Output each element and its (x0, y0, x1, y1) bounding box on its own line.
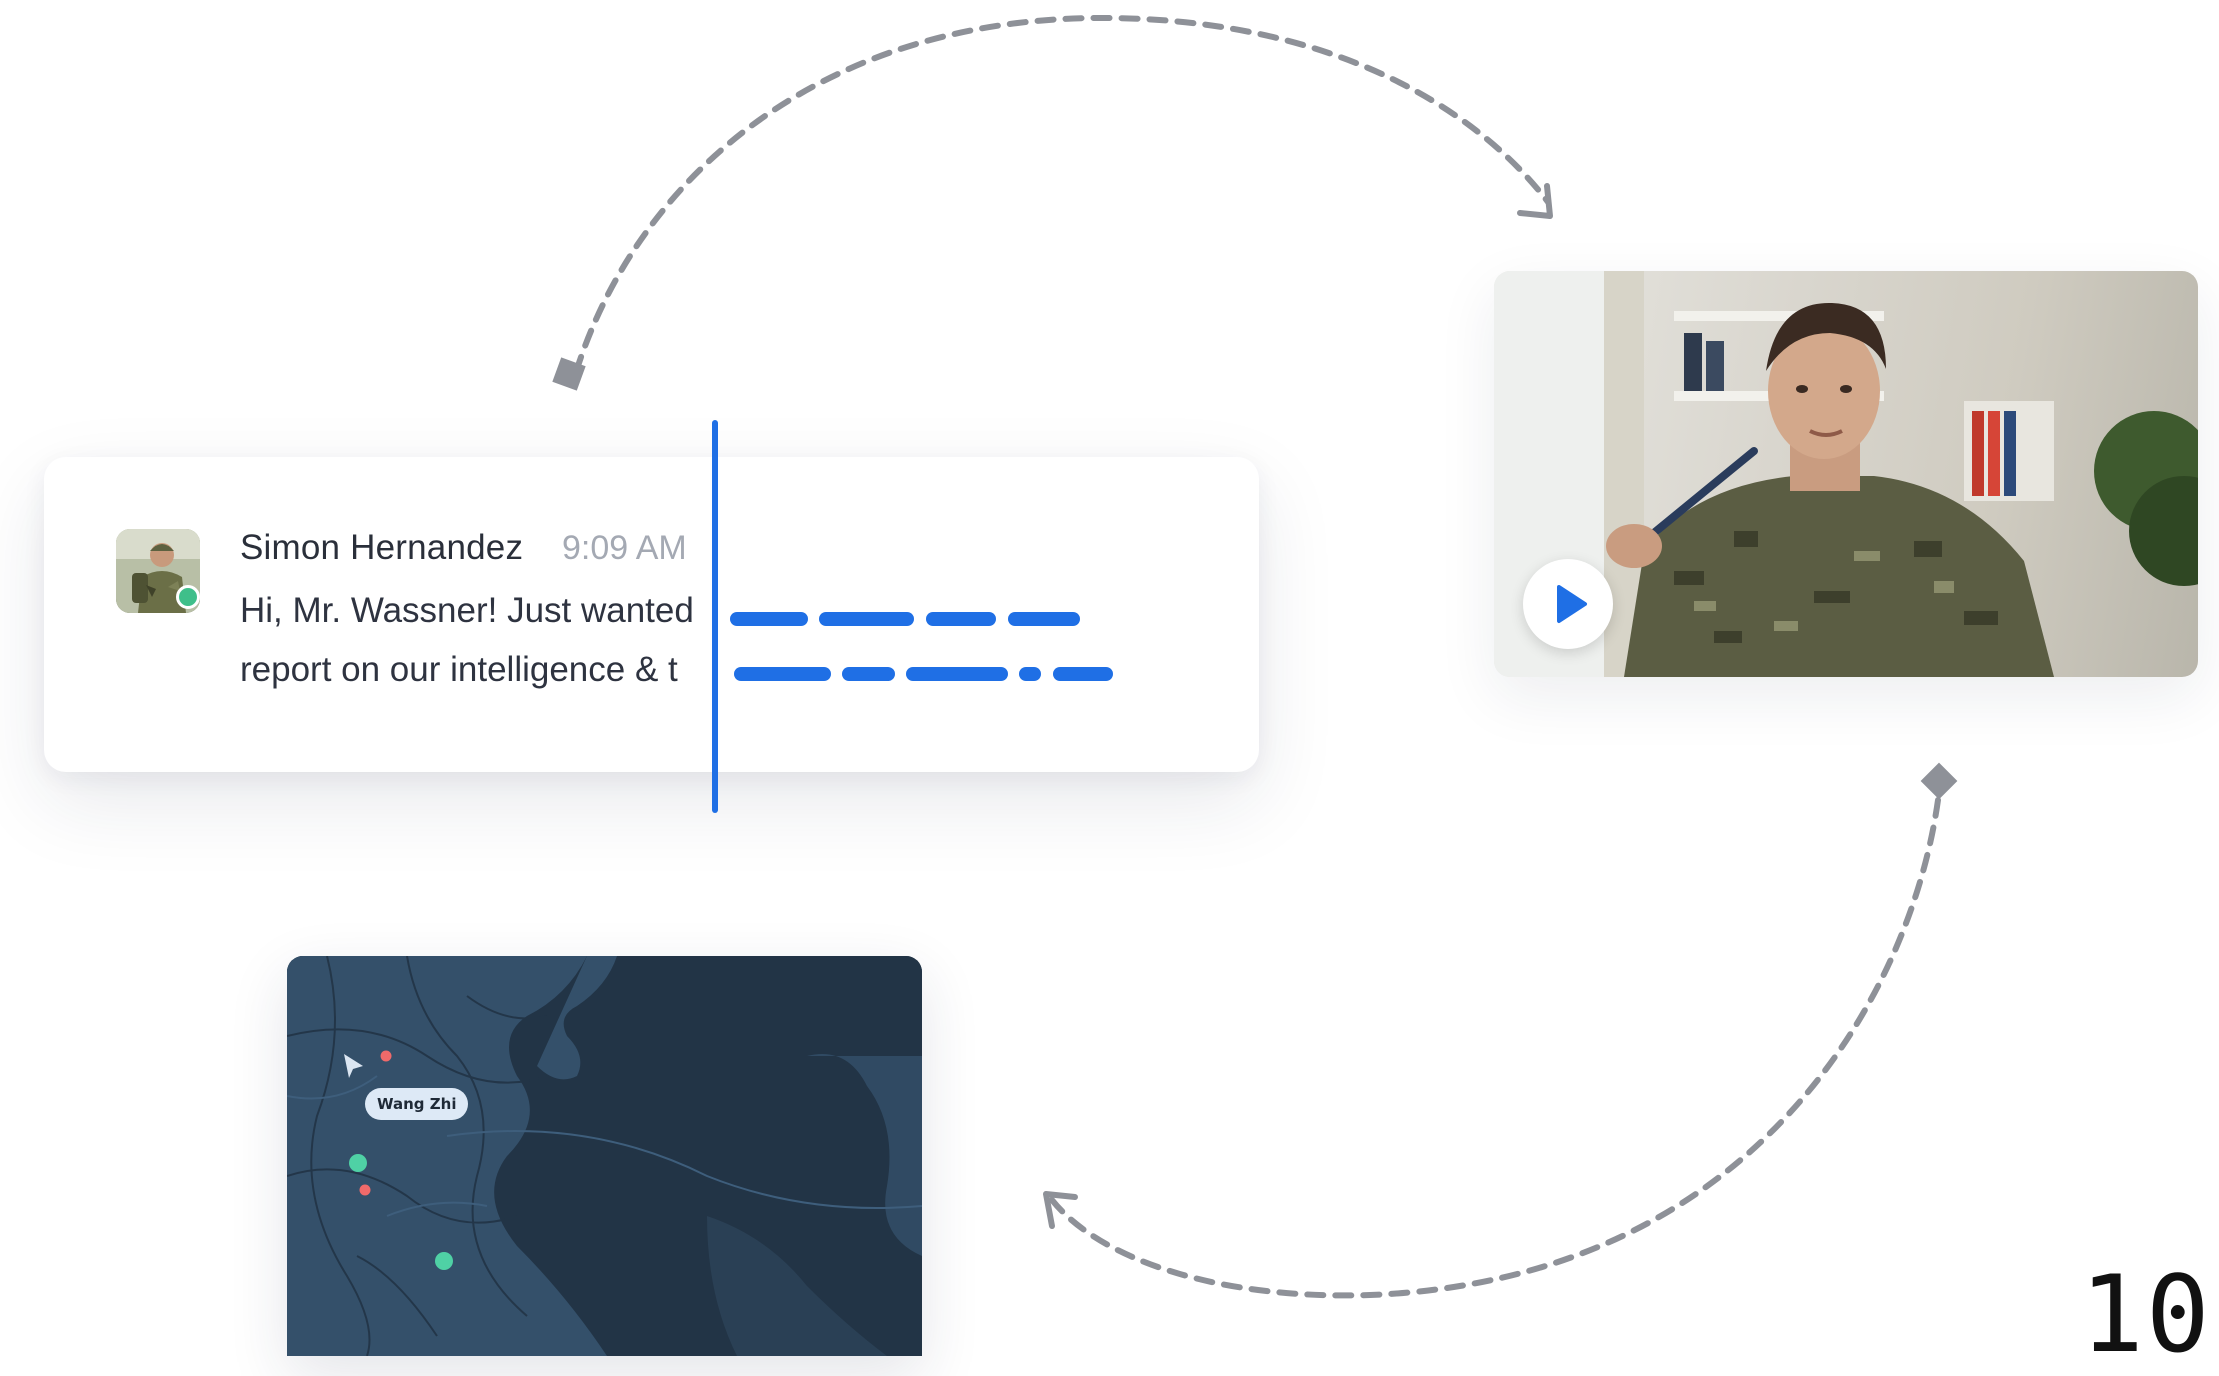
map-pin-red (359, 1184, 371, 1196)
redacted-text-dash (1008, 612, 1080, 626)
message-text-line-2: report on our intelligence & t (240, 650, 678, 689)
redacted-text-dash (906, 667, 1008, 681)
map-pin-red (380, 1050, 392, 1062)
redacted-text-dash (926, 612, 996, 626)
online-status-dot (176, 585, 200, 609)
diamond-endpoint-bottom (1920, 762, 1958, 800)
redacted-text-dash (842, 667, 895, 681)
redacted-text-dash (730, 612, 808, 626)
sender-name: Simon Hernandez (240, 528, 524, 567)
text-cursor-bar[interactable] (712, 420, 718, 813)
map-pin-green (435, 1252, 453, 1270)
map-view[interactable] (287, 956, 922, 1356)
redacted-text-dash (819, 612, 914, 626)
connector-bottom (1049, 797, 1941, 1299)
map-user-label[interactable]: Wang Zhi (365, 1088, 469, 1120)
connector-top (573, 14, 1551, 375)
map-illustration (287, 956, 922, 1356)
page-number: 10 (2080, 1253, 2212, 1376)
play-button[interactable] (1523, 559, 1613, 649)
message-text-line-1: Hi, Mr. Wassner! Just wanted (240, 591, 694, 630)
message-timestamp: 9:09 AM (562, 529, 687, 567)
play-icon (1557, 585, 1587, 623)
map-pin-green (349, 1154, 367, 1172)
redacted-text-dash (1053, 667, 1113, 681)
redacted-text-dash (734, 667, 831, 681)
redacted-text-dash (1019, 667, 1041, 681)
